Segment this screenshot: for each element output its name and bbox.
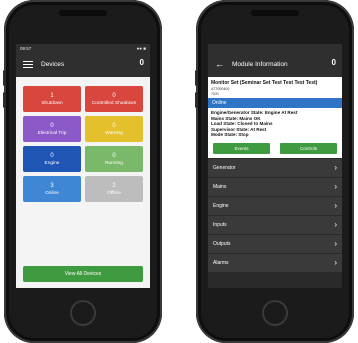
status-icons: ●● ■ <box>136 45 146 51</box>
tile-engine[interactable]: 0 Engine <box>23 146 81 172</box>
chevron-right-icon: › <box>334 201 337 211</box>
menu-icon[interactable] <box>23 61 33 68</box>
device-tiles: 1 Shutdown 0 Controlled Shutdown 0 Elect… <box>16 77 150 202</box>
menu-item-generator[interactable]: Generator › <box>208 159 342 177</box>
tile-count: 0 <box>112 152 116 159</box>
menu-item-alarms[interactable]: Alarms › <box>208 254 342 272</box>
status-badge: Online <box>208 98 342 108</box>
phone-speaker <box>59 10 107 16</box>
chevron-right-icon: › <box>334 239 337 249</box>
page-title: Module Information <box>232 61 288 68</box>
tile-count: 0 <box>112 92 116 99</box>
tile-label: Online <box>45 190 59 196</box>
volume-button <box>195 92 198 108</box>
tile-running[interactable]: 0 Running <box>85 146 143 172</box>
app-bar: Devices 0 <box>16 52 150 77</box>
back-arrow-icon[interactable]: ← <box>215 60 224 69</box>
chevron-right-icon: › <box>334 163 337 173</box>
volume-button <box>3 92 6 108</box>
menu-item-label: Inputs <box>213 222 227 229</box>
tile-label: Running <box>105 160 123 166</box>
module-id: A77000400 <box>211 87 230 91</box>
menu-item-outputs[interactable]: Outputs › <box>208 235 342 253</box>
module-info-screen: ← Module Information 0 Monitor Set (Semi… <box>208 44 342 288</box>
tile-count: 0 <box>50 152 54 159</box>
alarm-count: 0 <box>331 58 336 67</box>
tile-shutdown[interactable]: 1 Shutdown <box>23 86 81 112</box>
tile-count: 1 <box>50 92 54 99</box>
tile-label: Offline <box>107 190 121 196</box>
menu-item-label: Outputs <box>213 241 231 248</box>
tile-warning[interactable]: 0 Warning <box>85 116 143 142</box>
status-time: 09:57 <box>20 45 32 51</box>
chevron-right-icon: › <box>334 220 337 230</box>
status-bar <box>208 44 342 52</box>
menu-item-mains[interactable]: Mains › <box>208 178 342 196</box>
menu-item-label: Generator <box>213 165 236 172</box>
mode-state: Mode State: Stop <box>211 132 249 138</box>
app-bar: ← Module Information 0 <box>208 52 342 77</box>
tile-electrical-trip[interactable]: 0 Electrical Trip <box>23 116 81 142</box>
phone-speaker <box>251 10 299 16</box>
chevron-right-icon: › <box>334 182 337 192</box>
events-button[interactable]: Events <box>213 142 270 154</box>
module-states: Engine/Generator State: Engine At Rest M… <box>208 108 342 141</box>
tile-count: 0 <box>112 122 116 129</box>
page-title: Devices <box>41 61 65 68</box>
tile-count: 2 <box>112 182 116 189</box>
tile-offline[interactable]: 2 Offline <box>85 176 143 202</box>
tile-online[interactable]: 3 Online <box>23 176 81 202</box>
tile-label: Shutdown <box>41 100 63 106</box>
alarm-count: 0 <box>139 58 144 67</box>
volume-button <box>3 70 6 86</box>
tile-count: 0 <box>50 122 54 129</box>
menu-item-label: Alarms <box>213 260 229 267</box>
tile-controlled-shutdown[interactable]: 0 Controlled Shutdown <box>85 86 143 112</box>
right-phone: ← Module Information 0 Monitor Set (Semi… <box>195 0 354 343</box>
home-button[interactable] <box>70 300 96 326</box>
home-button[interactable] <box>262 300 288 326</box>
status-bar: 09:57 ●● ■ <box>16 44 150 52</box>
view-all-devices-button[interactable]: View All Devices <box>23 266 143 282</box>
menu-item-label: Engine <box>213 203 229 210</box>
action-buttons: Events Controls <box>208 140 342 158</box>
tile-count: 3 <box>50 182 54 189</box>
tile-label: Warning <box>105 130 123 136</box>
volume-button <box>195 70 198 86</box>
chevron-right-icon: › <box>334 258 337 268</box>
module-header: Monitor Set (Seminar Set Test Test Test … <box>208 77 342 98</box>
module-title: Monitor Set (Seminar Set Test Test Test … <box>211 80 318 86</box>
tile-label: Electrical Trip <box>37 130 67 136</box>
left-phone: 09:57 ●● ■ Devices 0 1 Shutdown 0 Contro… <box>3 0 162 343</box>
tile-label: Controlled Shutdown <box>91 100 137 106</box>
devices-screen: 09:57 ●● ■ Devices 0 1 Shutdown 0 Contro… <box>16 44 150 288</box>
tile-label: Engine <box>44 160 60 166</box>
menu-item-label: Mains <box>213 184 227 191</box>
controls-button[interactable]: Controls <box>280 142 337 154</box>
menu-item-inputs[interactable]: Inputs › <box>208 216 342 234</box>
menu-item-engine[interactable]: Engine › <box>208 197 342 215</box>
module-number: 7031 <box>211 92 219 96</box>
